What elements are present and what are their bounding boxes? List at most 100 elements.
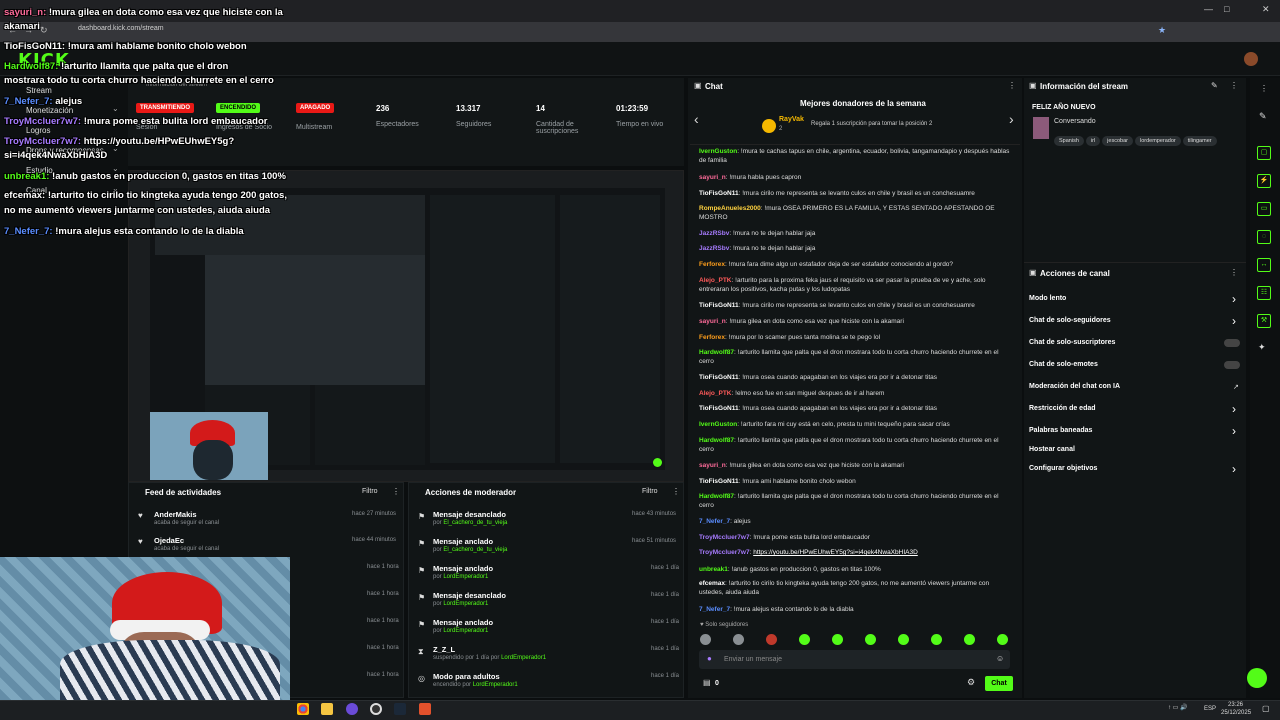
mod-item-user[interactable]: LordEmperador1 [501, 655, 546, 661]
chevron-right-icon[interactable]: › [1232, 424, 1236, 438]
emote-icon[interactable] [898, 634, 909, 645]
rail-kebab-icon[interactable]: ⋮ [1260, 84, 1268, 93]
chat-kebab-icon[interactable]: ⋮ [1008, 81, 1016, 90]
feed-kebab-icon[interactable]: ⋮ [392, 487, 400, 496]
mod-filter-button[interactable]: Filtro [642, 488, 658, 495]
channel-action-label[interactable]: Moderación del chat con IA [1029, 383, 1241, 390]
file-explorer-icon[interactable] [321, 703, 333, 715]
channel-action-label[interactable]: Chat de solo-suscriptores [1029, 339, 1241, 346]
rail-grid-icon[interactable]: ☷ [1257, 286, 1271, 300]
tag[interactable]: irl [1085, 136, 1101, 146]
donors-prev-icon[interactable]: ‹ [694, 111, 699, 127]
rail-arrows-icon[interactable]: ↔ [1257, 258, 1271, 272]
chat-text[interactable]: https://youtu.be/HPwEUhwEY5g?si=i4qek4Nw… [753, 549, 918, 556]
chat-send-button[interactable]: Chat [985, 676, 1013, 691]
external-link-icon[interactable]: ↗ [1233, 383, 1239, 391]
mod-item-user[interactable]: LordEmperador1 [473, 682, 518, 688]
chat-username[interactable]: Alejo_PTK [699, 390, 732, 397]
chat-dock-icon[interactable]: ▣ [694, 81, 702, 90]
chat-username[interactable]: Hardwolf87 [699, 349, 734, 356]
channel-action-label[interactable]: Configurar objetivos [1029, 465, 1241, 472]
stream-category[interactable]: Conversando [1054, 118, 1096, 125]
rail-edit-icon[interactable]: ✎ [1259, 111, 1267, 122]
toggle-switch[interactable] [1224, 339, 1240, 347]
chat-username[interactable]: sayuri_n [699, 318, 726, 325]
chat-username[interactable]: Ferforex [699, 261, 725, 268]
address-bar[interactable]: dashboard.kick.com/stream [78, 25, 164, 32]
chat-username[interactable]: TioFisGoN11 [699, 405, 739, 412]
channel-action-label[interactable]: Restricción de edad [1029, 405, 1241, 412]
channel-action-label[interactable]: Modo lento [1029, 295, 1241, 302]
rail-lightning-icon[interactable]: ⚡ [1257, 174, 1271, 188]
chat-username[interactable]: TroyMccluer7w7 [699, 549, 750, 556]
chat-username[interactable]: Ferforex [699, 334, 725, 341]
close-icon[interactable]: ✕ [1262, 4, 1270, 15]
emote-icon[interactable] [799, 634, 810, 645]
donor-cta[interactable]: Regala 1 suscripción para tomar la posic… [811, 121, 932, 127]
channel-action-label[interactable]: Palabras baneadas [1029, 427, 1241, 434]
info-dock-icon[interactable]: ▣ [1029, 81, 1037, 90]
rail-tool-icon[interactable]: ⚒ [1257, 314, 1271, 328]
chat-username[interactable]: efcemax [699, 580, 725, 587]
help-fab[interactable] [1247, 668, 1267, 688]
chat-smiley-icon[interactable]: ☺ [996, 654, 1004, 663]
feed-item-name[interactable]: AnderMakis [154, 510, 197, 519]
mod-item-user[interactable]: El_cachero_de_tu_vieja [443, 520, 507, 526]
chevron-down-icon[interactable]: ⌄ [112, 104, 119, 113]
emote-icon[interactable] [997, 634, 1008, 645]
chat-username[interactable]: TioFisGoN11 [699, 302, 739, 309]
emote-icon[interactable] [865, 634, 876, 645]
maximize-icon[interactable]: □ [1224, 4, 1229, 14]
chat-username[interactable]: TioFisGoN11 [699, 190, 739, 197]
rail-chat-icon[interactable]: ◌ [1257, 230, 1271, 244]
mod-item-user[interactable]: LordEmperador1 [443, 628, 488, 634]
chat-username[interactable]: unbreak1 [699, 566, 728, 573]
category-thumbnail[interactable] [1033, 117, 1049, 139]
chat-username[interactable]: Alejo_PTK [699, 277, 732, 284]
tag[interactable]: tilingamer [1182, 136, 1217, 146]
donor-name[interactable]: RayVak [779, 116, 804, 123]
obs-icon[interactable] [370, 703, 382, 715]
chat-username[interactable]: Hardwolf87 [699, 437, 734, 444]
chat-username[interactable]: JazzRSbv [699, 230, 729, 237]
chat-input-placeholder[interactable]: Enviar un mensaje [724, 656, 782, 663]
multistream-badge[interactable]: APAGADO [296, 103, 335, 113]
bookmark-star-icon[interactable]: ★ [1158, 25, 1166, 36]
channel-action-label[interactable]: Chat de solo-seguidores [1029, 317, 1241, 324]
mod-item-user[interactable]: LordEmperador1 [443, 574, 488, 580]
emote-icon[interactable] [964, 634, 975, 645]
actions-kebab-icon[interactable]: ⋮ [1230, 268, 1238, 277]
emote-icon[interactable] [700, 634, 711, 645]
avatar[interactable] [1244, 52, 1258, 66]
clock-date[interactable]: 25/12/2025 [1221, 710, 1251, 716]
mod-item-user[interactable]: LordEmperador1 [443, 601, 488, 607]
chat-username[interactable]: Hardwolf87 [699, 493, 734, 500]
chat-username[interactable]: TioFisGoN11 [699, 478, 739, 485]
sidebar-item-monetizacion[interactable]: Monetización [26, 106, 73, 115]
channel-action-label[interactable]: Hostear canal [1029, 446, 1241, 453]
chat-username[interactable]: IvernGuston [699, 148, 737, 155]
chat-username[interactable]: TioFisGoN11 [699, 374, 739, 381]
emote-icon[interactable] [832, 634, 843, 645]
emote-icon[interactable] [733, 634, 744, 645]
tag[interactable]: jescobar [1102, 136, 1133, 146]
chat-username[interactable]: IvernGuston [699, 421, 737, 428]
minimize-icon[interactable]: — [1204, 4, 1213, 14]
chat-username[interactable]: 7_Nefer_7 [699, 606, 730, 613]
tray-icons[interactable]: ↑ ▭ 🔊 [1168, 704, 1187, 711]
toggle-switch[interactable] [1224, 361, 1240, 369]
mod-item-user[interactable]: El_cachero_de_tu_vieja [443, 547, 507, 553]
tag[interactable]: Spanish [1054, 136, 1084, 146]
chat-username[interactable]: 7_Nefer_7 [699, 518, 730, 525]
feed-filter-button[interactable]: Filtro [362, 488, 378, 495]
chevron-right-icon[interactable]: › [1232, 292, 1236, 306]
donors-next-icon[interactable]: › [1009, 111, 1014, 127]
chat-username[interactable]: RompeAnueles2000 [699, 205, 761, 212]
chat-emoji-icon[interactable]: ● [707, 654, 712, 663]
info-kebab-icon[interactable]: ⋮ [1230, 81, 1238, 90]
rail-network-icon[interactable]: ✦ [1258, 342, 1266, 353]
sidebar-item-stream[interactable]: Stream [26, 86, 52, 95]
chat-settings-icon[interactable]: ⚙ [967, 677, 975, 688]
emote-icon[interactable] [766, 634, 777, 645]
actions-dock-icon[interactable]: ▣ [1029, 268, 1037, 277]
